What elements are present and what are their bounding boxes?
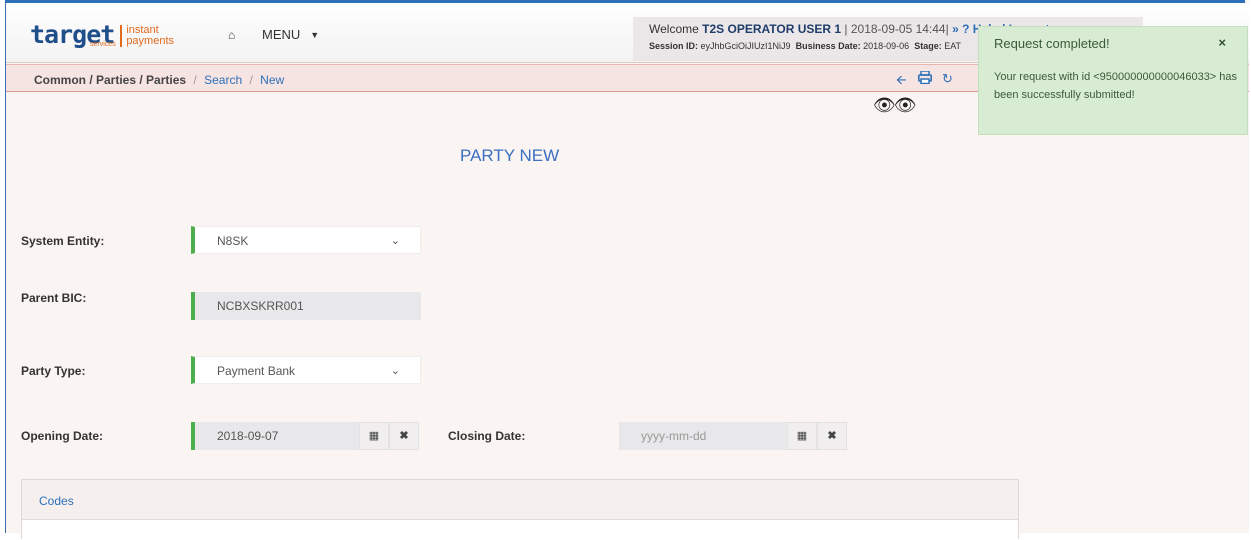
- refresh-icon[interactable]: ↻: [942, 71, 953, 87]
- success-toast: Request completed! × Your request with i…: [978, 26, 1248, 135]
- codes-title: Codes: [39, 494, 74, 508]
- system-entity-label: System Entity:: [21, 234, 105, 248]
- parent-bic-label: Parent BIC:: [21, 291, 87, 305]
- breadcrumb-separator: /: [249, 73, 253, 87]
- user-name: T2S OPERATOR USER 1: [702, 22, 842, 36]
- closing-date-placeholder: yyyy-mm-dd: [641, 429, 707, 443]
- calendar-icon[interactable]: ▦: [787, 422, 817, 450]
- breadcrumb-separator: /: [193, 73, 197, 87]
- opening-date-value: 2018-09-07: [217, 429, 279, 443]
- welcome-prefix: Welcome: [649, 22, 699, 36]
- codes-panel-header[interactable]: Codes: [22, 480, 1018, 520]
- business-date-label: Business Date:: [795, 41, 861, 51]
- breadcrumb-parties: Common / Parties / Parties: [34, 73, 187, 87]
- print-icon[interactable]: [918, 70, 932, 87]
- back-arrow-icon[interactable]: 🡨: [896, 71, 907, 93]
- logo-product-name: instant payments: [126, 24, 175, 47]
- eye-icon[interactable]: 👁👁: [873, 95, 917, 116]
- opening-date-label: Opening Date:: [21, 429, 104, 443]
- logo-divider: [120, 25, 123, 47]
- session-id-label: Session ID:: [649, 41, 699, 51]
- chevron-down-icon: ⌄: [390, 235, 400, 247]
- closing-date-label: Closing Date:: [448, 429, 526, 443]
- stage-label: Stage:: [914, 41, 942, 51]
- system-entity-value: N8SK: [217, 234, 249, 248]
- session-id-value: eyJhbGciOiJIUzI1NiJ9: [700, 41, 791, 51]
- breadcrumb: Common / Parties / Parties / Search / Ne…: [34, 73, 284, 87]
- caret-down-icon: ▼: [310, 30, 320, 40]
- logo-services-label: services: [90, 41, 116, 48]
- breadcrumb-new-link[interactable]: New: [260, 73, 284, 87]
- codes-panel-body: [22, 520, 1018, 540]
- toast-message: Your request with id <950000000000046033…: [994, 71, 1238, 101]
- party-type-label: Party Type:: [21, 364, 86, 378]
- opening-date-input[interactable]: 2018-09-07: [191, 422, 359, 450]
- codes-panel: Codes: [21, 479, 1019, 540]
- session-line: Session ID: eyJhbGciOiJIUzI1NiJ9 Busines…: [649, 41, 961, 51]
- parent-bic-value: NCBXSKRR001: [217, 299, 304, 313]
- main-menu-toggle[interactable]: MENU ▼: [262, 27, 319, 43]
- closing-date-input[interactable]: yyyy-mm-dd: [619, 422, 787, 450]
- calendar-icon[interactable]: ▦: [359, 422, 389, 450]
- toast-title: Request completed!: [994, 36, 1110, 51]
- breadcrumb-search-link[interactable]: Search: [204, 73, 242, 87]
- menu-label: MENU: [262, 27, 301, 42]
- session-datetime: | 2018-09-05 14:44|: [844, 22, 949, 36]
- page-title: PARTY NEW: [460, 146, 560, 165]
- party-type-value: Payment Bank: [217, 364, 296, 378]
- party-type-select[interactable]: Payment Bank ⌄: [191, 356, 421, 384]
- clear-icon[interactable]: ✖: [817, 422, 847, 450]
- system-entity-select[interactable]: N8SK ⌄: [191, 226, 421, 254]
- parent-bic-field: NCBXSKRR001: [191, 292, 421, 320]
- clear-icon[interactable]: ✖: [389, 422, 419, 450]
- business-date-value: 2018-09-06: [863, 41, 910, 51]
- target-logo[interactable]: target services instant payments: [30, 22, 175, 48]
- stage-value: EAT: [944, 41, 962, 51]
- close-icon[interactable]: ×: [1218, 35, 1226, 50]
- chevron-down-icon: ⌄: [390, 365, 400, 377]
- home-icon[interactable]: ⌂: [228, 28, 235, 42]
